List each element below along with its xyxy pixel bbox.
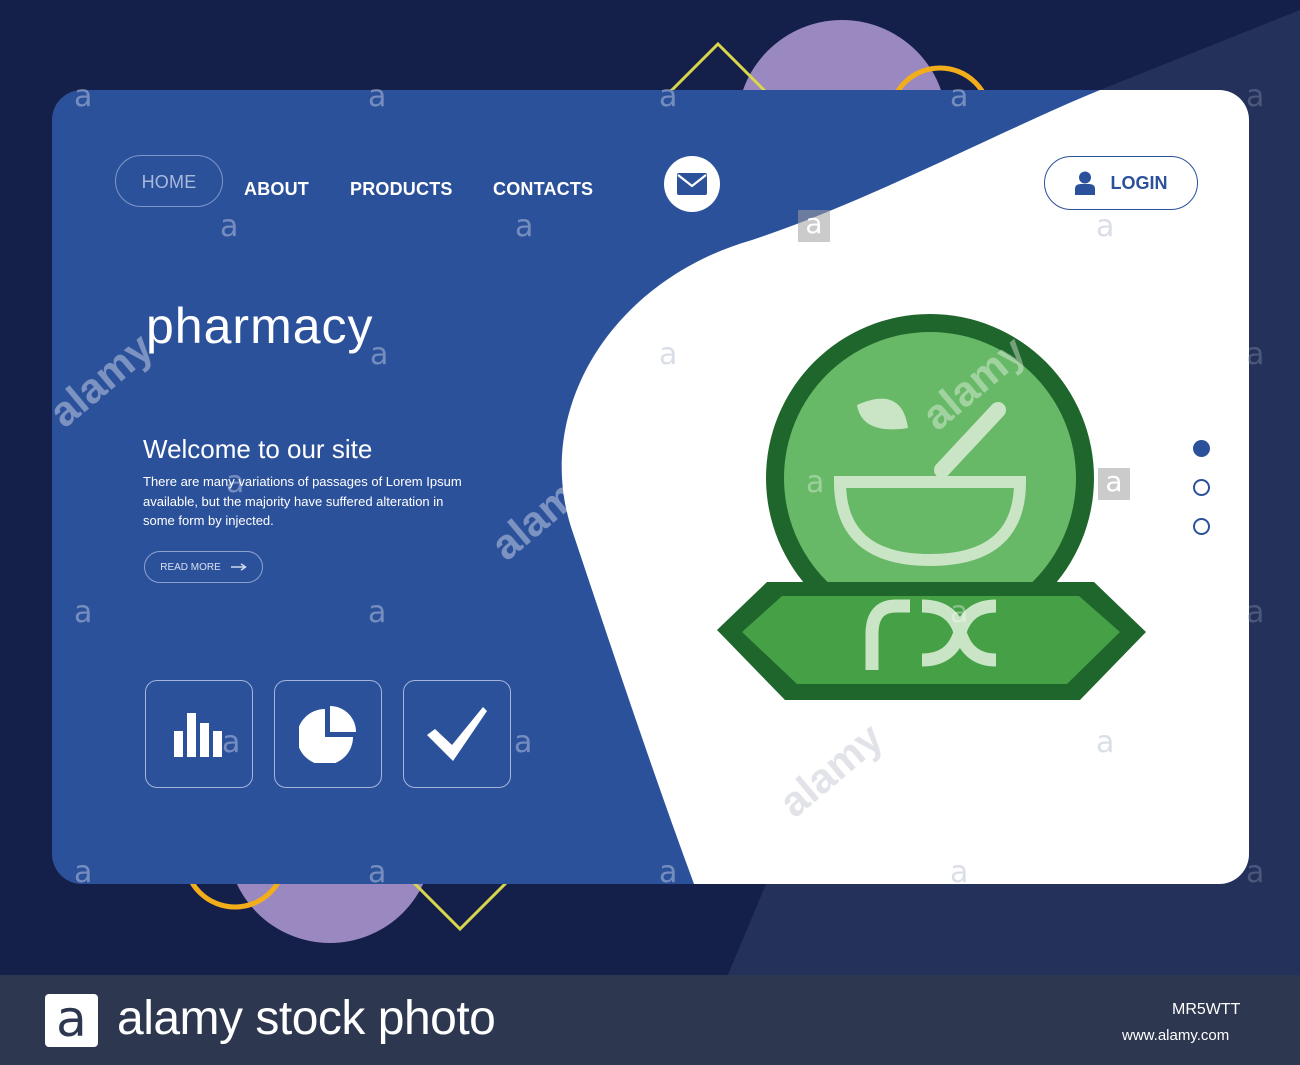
nav-about[interactable]: ABOUT	[244, 176, 309, 202]
feature-bar-chart[interactable]	[145, 680, 253, 788]
checkmark-icon	[427, 707, 487, 761]
feature-checkmark[interactable]	[403, 680, 511, 788]
read-more-label: READ MORE	[160, 561, 221, 573]
footer-brand: alamy stock photo	[117, 992, 496, 1045]
user-icon	[1074, 171, 1095, 195]
mail-button[interactable]	[664, 156, 720, 212]
slider-dot-3[interactable]	[1193, 518, 1210, 535]
welcome-heading: Welcome to our site	[143, 434, 373, 464]
footer-url[interactable]: www.alamy.com	[1122, 1027, 1229, 1044]
pie-chart-icon	[299, 706, 356, 763]
feature-pie-chart[interactable]	[274, 680, 382, 788]
page-title: pharmacy	[146, 298, 374, 354]
login-button[interactable]: LOGIN	[1044, 156, 1198, 210]
nav-contacts[interactable]: CONTACTS	[493, 176, 593, 202]
alamy-logo-icon: a	[45, 994, 98, 1047]
rx-mortar-pestle-icon	[717, 314, 1146, 700]
envelope-icon	[677, 173, 707, 195]
stock-footer: a alamy stock photo MR5WTT www.alamy.com	[0, 975, 1300, 1065]
read-more-button[interactable]: READ MORE	[144, 551, 263, 583]
landing-card: HOME ABOUT PRODUCTS CONTACTS LOGIN pharm…	[52, 90, 1249, 884]
nav-products[interactable]: PRODUCTS	[350, 176, 453, 202]
bar-chart-icon	[174, 713, 222, 757]
arrow-right-icon	[230, 563, 247, 571]
slider-dot-1[interactable]	[1193, 440, 1210, 457]
slider-dot-2[interactable]	[1193, 479, 1210, 496]
nav-home[interactable]: HOME	[115, 155, 223, 207]
intro-text: There are many variations of passages of…	[143, 474, 462, 528]
image-id: MR5WTT	[1172, 1001, 1241, 1018]
login-label: LOGIN	[1110, 172, 1168, 193]
